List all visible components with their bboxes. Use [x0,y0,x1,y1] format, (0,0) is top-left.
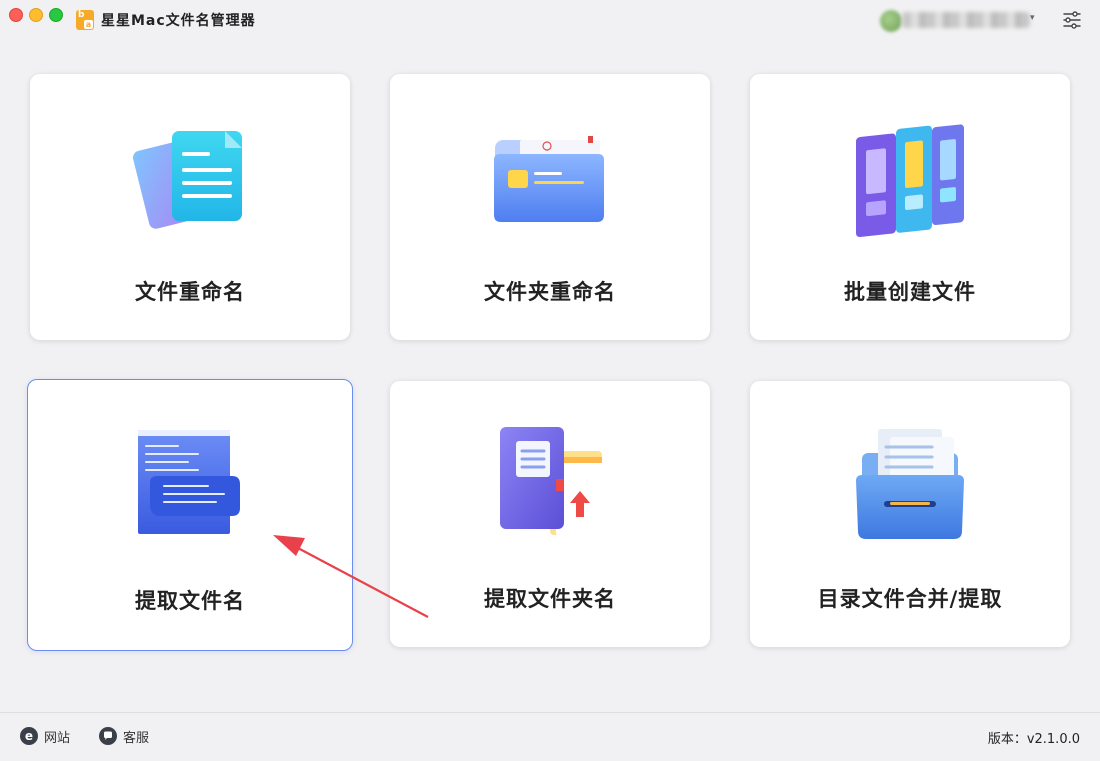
website-label: 网站 [44,730,71,746]
zoom-window-button[interactable] [49,8,63,22]
support-link[interactable]: 客服 [99,726,149,746]
folder-icon [494,136,604,222]
card-batch-create-files[interactable]: 批量创建文件 [750,74,1070,340]
card-label: 文件重命名 [135,280,245,304]
close-window-button[interactable] [9,8,23,22]
card-file-rename[interactable]: 文件重命名 [30,74,350,340]
card-label: 提取文件名 [135,589,245,613]
support-label: 客服 [123,730,150,746]
minimize-window-button[interactable] [29,8,43,22]
card-label: 目录文件合并/提取 [817,587,1003,611]
user-avatar[interactable] [880,10,902,32]
card-label: 文件夹重命名 [484,280,616,304]
file-drawer-icon [856,429,964,539]
binders-icon [856,124,964,237]
version-label: 版本：v2.1.0.0 [987,732,1080,747]
website-link[interactable]: e 网站 [20,726,70,746]
card-folder-rename[interactable]: 文件夹重命名 [390,74,710,340]
notebook-icon [500,427,602,537]
website-icon: e [20,727,38,745]
scroll-icon [138,430,240,534]
card-merge-extract-directory-files[interactable]: 目录文件合并/提取 [750,381,1070,647]
app-title: 星星Mac文件名管理器 [101,13,256,29]
card-extract-folder-names[interactable]: 提取文件夹名 [390,381,710,647]
card-label: 批量创建文件 [844,280,976,304]
chevron-down-icon[interactable]: ▾ [1030,13,1040,23]
user-name-redacted[interactable] [902,12,1030,28]
card-label: 提取文件夹名 [484,587,616,611]
title-bar: b a 星星Mac文件名管理器 ▾ [0,0,1100,40]
footer-bar: e 网站 客服 版本：v2.1.0.0 [0,712,1100,761]
settings-sliders-icon[interactable] [1062,11,1082,29]
documents-icon [133,131,242,229]
app-logo-icon: b a [76,10,94,30]
card-extract-filenames[interactable]: 提取文件名 [27,379,353,651]
chat-bubble-icon [99,727,117,745]
